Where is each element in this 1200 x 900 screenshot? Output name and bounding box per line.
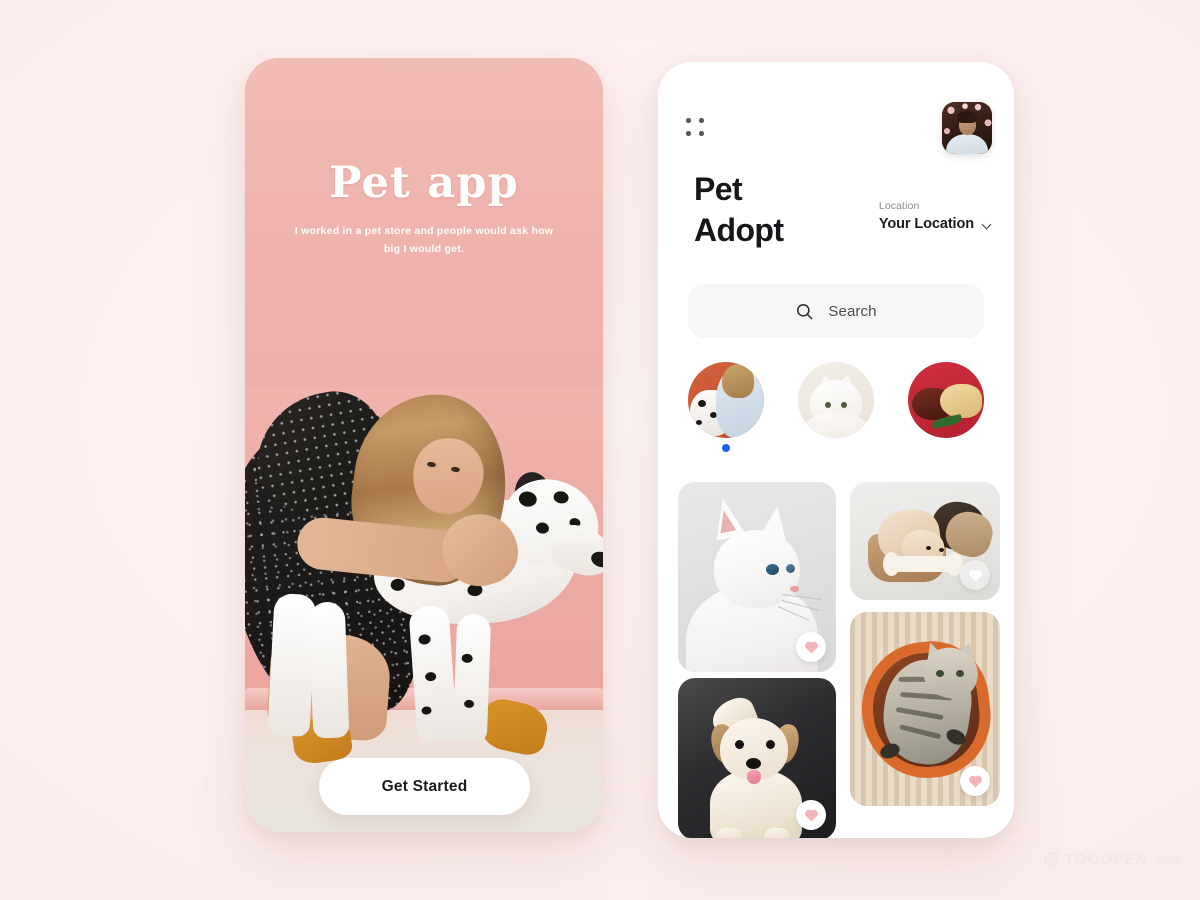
watermark-logo-icon <box>1043 852 1059 867</box>
grid-dot <box>699 131 704 136</box>
location-value: Your Location <box>878 216 974 232</box>
search-placeholder: Search <box>828 302 877 320</box>
location-selector[interactable]: Location Your Location <box>879 200 992 232</box>
story-item-white-cat-wrap <box>798 362 874 438</box>
story-cat-eye-right <box>841 402 847 408</box>
pet-card-kitten[interactable] <box>850 612 1000 806</box>
search-input[interactable]: Search <box>688 284 984 338</box>
watermark: TOOOPEN .com <box>1043 851 1182 868</box>
search-icon <box>797 303 813 319</box>
pet-card-dog[interactable] <box>678 678 836 838</box>
get-started-button[interactable]: Get Started <box>319 758 530 815</box>
adopt-topbar <box>658 62 1014 172</box>
favorite-button[interactable] <box>796 800 826 830</box>
grid-dot <box>699 118 704 123</box>
page-title-line-1: Pet <box>694 171 743 207</box>
page-title: Pet Adopt <box>694 169 784 251</box>
app-hero-title: Pet app <box>329 158 519 208</box>
pet-card-grid <box>678 482 1000 838</box>
grid-dots-icon[interactable] <box>686 118 708 140</box>
story-item-white-cat[interactable] <box>798 362 874 438</box>
avatar[interactable] <box>942 102 992 154</box>
adopt-screen: Pet Adopt Location Your Location Search <box>658 62 1014 838</box>
story-guinea-pig-light <box>940 384 982 418</box>
page-title-line-2: Adopt <box>694 211 784 248</box>
favorite-button[interactable] <box>960 766 990 796</box>
heart-icon <box>804 641 818 654</box>
heart-icon <box>968 569 982 582</box>
story-item-guinea-pigs[interactable] <box>908 362 984 438</box>
story-item-dog-owner[interactable] <box>688 362 764 438</box>
grid-dot <box>686 118 691 123</box>
story-cat-eye-left <box>825 402 831 408</box>
app-hero-subtitle: I worked in a pet store and people would… <box>294 225 554 256</box>
location-row: Your Location <box>879 216 992 232</box>
onboarding-overlay: Pet app I worked in a pet store and peop… <box>245 58 603 832</box>
story-person-hair <box>722 364 754 398</box>
onboarding-hero-photo: Pet app I worked in a pet store and peop… <box>245 58 603 832</box>
story-row <box>688 362 984 462</box>
story-item-dog-owner-wrap <box>688 362 764 452</box>
adopt-phone-mockup: Pet Adopt Location Your Location Search <box>658 62 1014 838</box>
favorite-button[interactable] <box>796 632 826 662</box>
watermark-suffix: .com <box>1153 853 1182 866</box>
pet-card-puppies[interactable] <box>850 482 1000 600</box>
heart-icon <box>804 809 818 822</box>
story-cat-body <box>804 412 868 438</box>
story-active-indicator <box>722 444 730 452</box>
heart-icon <box>968 775 982 788</box>
favorite-button[interactable] <box>960 560 990 590</box>
onboarding-phone-mockup: Pet app I worked in a pet store and peop… <box>245 58 603 832</box>
avatar-hair <box>957 111 977 123</box>
watermark-text: TOOOPEN <box>1064 851 1148 868</box>
chevron-down-icon <box>983 221 992 230</box>
grid-dot <box>686 131 691 136</box>
story-item-guinea-pigs-wrap <box>908 362 984 438</box>
pet-card-cat[interactable] <box>678 482 836 672</box>
location-label: Location <box>878 200 920 212</box>
